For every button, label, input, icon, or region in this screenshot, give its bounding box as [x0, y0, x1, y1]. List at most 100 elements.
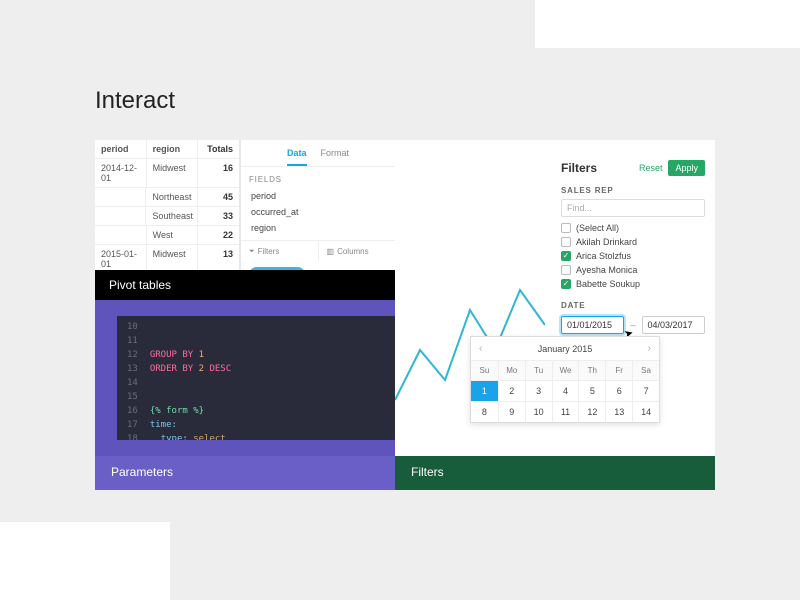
parameters-card-title: Parameters	[95, 456, 395, 490]
filters-dropzone[interactable]: Filters	[241, 241, 319, 261]
calendar-day[interactable]: 13	[605, 401, 632, 422]
col-totals[interactable]: Totals	[198, 140, 239, 158]
line-number: 12	[127, 348, 138, 362]
calendar-day[interactable]: 10	[525, 401, 552, 422]
cell-region: Southeast	[146, 207, 198, 225]
calendar-dow: Tu	[525, 360, 552, 380]
cell-region: Midwest	[147, 245, 199, 273]
salesrep-item[interactable]: Akilah Drinkard	[561, 235, 705, 249]
cell-period: 2014-12-01	[95, 159, 147, 187]
salesrep-section-label: SALES REP	[561, 186, 705, 195]
tab-format[interactable]: Format	[321, 146, 350, 166]
cell-region: Midwest	[147, 159, 199, 187]
field-item[interactable]: period	[241, 188, 395, 204]
filters-card-title: Filters	[395, 456, 715, 490]
cell-region: West	[147, 226, 199, 244]
calendar-dow: Th	[578, 360, 605, 380]
col-period[interactable]: period	[95, 140, 147, 158]
filters-card: Filters Reset Apply SALES REP Find... (S…	[395, 140, 715, 490]
checkbox-icon	[561, 265, 571, 275]
decor-block-top-right	[535, 0, 800, 48]
checkbox-icon: ✓	[561, 251, 571, 261]
date-picker-popover: ‹ January 2015 › SuMoTuWeThFrSa123456789…	[470, 336, 660, 423]
salesrep-label: (Select All)	[576, 223, 619, 233]
calendar-month-label: January 2015	[538, 344, 593, 354]
field-controls: Filters Columns	[241, 240, 395, 261]
calendar-dow: Sa	[632, 360, 659, 380]
line-number: 11	[127, 334, 138, 348]
calendar-day[interactable]: 6	[605, 380, 632, 401]
pivot-header-row: period region Totals	[95, 140, 239, 159]
line-number: 14	[127, 376, 138, 390]
funnel-icon	[249, 246, 255, 256]
calendar-dow: Su	[471, 360, 498, 380]
cell-period	[95, 188, 146, 206]
calendar-day[interactable]: 9	[498, 401, 525, 422]
line-number: 15	[127, 390, 138, 404]
parameters-card: 101112131415161718 GROUP BY 1 ORDER BY 2…	[95, 300, 395, 490]
fields-label: FIELDS	[241, 167, 395, 188]
calendar-day[interactable]: 11	[552, 401, 579, 422]
table-row[interactable]: West22	[95, 226, 239, 245]
checkbox-icon	[561, 223, 571, 233]
line-gutter: 101112131415161718	[117, 316, 146, 440]
salesrep-item[interactable]: ✓ Arica Stolzfus	[561, 249, 705, 263]
line-number: 18	[127, 432, 138, 440]
pivot-card-title: Pivot tables	[95, 270, 395, 300]
page-title: Interact	[95, 87, 175, 115]
field-item[interactable]: occurred_at	[241, 204, 395, 220]
cell-region: Northeast	[146, 188, 198, 206]
date-to-input[interactable]: 04/03/2017	[642, 316, 705, 334]
line-number: 16	[127, 404, 138, 418]
calendar-day[interactable]: 3	[525, 380, 552, 401]
calendar-day[interactable]: 7	[632, 380, 659, 401]
calendar-day[interactable]: 8	[471, 401, 498, 422]
stage: period region Totals 2014-12-01Midwest16…	[95, 140, 715, 490]
filters-heading: Filters	[561, 161, 597, 175]
calendar-day[interactable]: 14	[632, 401, 659, 422]
prev-month-button[interactable]: ‹	[479, 343, 482, 354]
salesrep-label: Akilah Drinkard	[576, 237, 637, 247]
cell-totals: 22	[198, 226, 239, 244]
calendar-dow: Fr	[605, 360, 632, 380]
calendar-day[interactable]: 1	[471, 380, 498, 401]
line-number: 17	[127, 418, 138, 432]
checkbox-icon: ✓	[561, 279, 571, 289]
calendar-dow: Mo	[498, 360, 525, 380]
salesrep-label: Arica Stolzfus	[576, 251, 631, 261]
table-row[interactable]: Northeast45	[95, 188, 239, 207]
config-tabs: Data Format	[241, 140, 395, 167]
code-editor[interactable]: 101112131415161718 GROUP BY 1 ORDER BY 2…	[117, 316, 395, 440]
table-row[interactable]: 2014-12-01Midwest16	[95, 159, 239, 188]
salesrep-item[interactable]: Ayesha Monica	[561, 263, 705, 277]
reset-button[interactable]: Reset	[639, 163, 663, 173]
columns-dropzone[interactable]: Columns	[319, 241, 396, 261]
columns-icon	[327, 247, 335, 256]
date-section-label: DATE	[561, 301, 705, 310]
line-number: 10	[127, 320, 138, 334]
cell-totals: 13	[198, 245, 239, 273]
apply-button[interactable]: Apply	[668, 160, 705, 176]
cell-totals: 45	[198, 188, 239, 206]
cell-totals: 16	[198, 159, 239, 187]
cell-period: 2015-01-01	[95, 245, 147, 273]
decor-block-bottom-left	[0, 522, 170, 600]
salesrep-find-input[interactable]: Find...	[561, 199, 705, 217]
checkbox-icon	[561, 237, 571, 247]
salesrep-item[interactable]: (Select All)	[561, 221, 705, 235]
table-row[interactable]: Southeast33	[95, 207, 239, 226]
calendar-day[interactable]: 4	[552, 380, 579, 401]
cell-totals: 33	[198, 207, 239, 225]
calendar-day[interactable]: 5	[578, 380, 605, 401]
col-region[interactable]: region	[147, 140, 199, 158]
field-item[interactable]: region	[241, 220, 395, 236]
salesrep-item[interactable]: ✓ Babette Soukup	[561, 277, 705, 291]
next-month-button[interactable]: ›	[648, 343, 651, 354]
cell-period	[95, 207, 146, 225]
date-from-input[interactable]: 01/01/2015 ➤	[561, 316, 624, 334]
tab-data[interactable]: Data	[287, 146, 307, 166]
salesrep-label: Ayesha Monica	[576, 265, 637, 275]
calendar-day[interactable]: 12	[578, 401, 605, 422]
calendar-day[interactable]: 2	[498, 380, 525, 401]
salesrep-label: Babette Soukup	[576, 279, 640, 289]
